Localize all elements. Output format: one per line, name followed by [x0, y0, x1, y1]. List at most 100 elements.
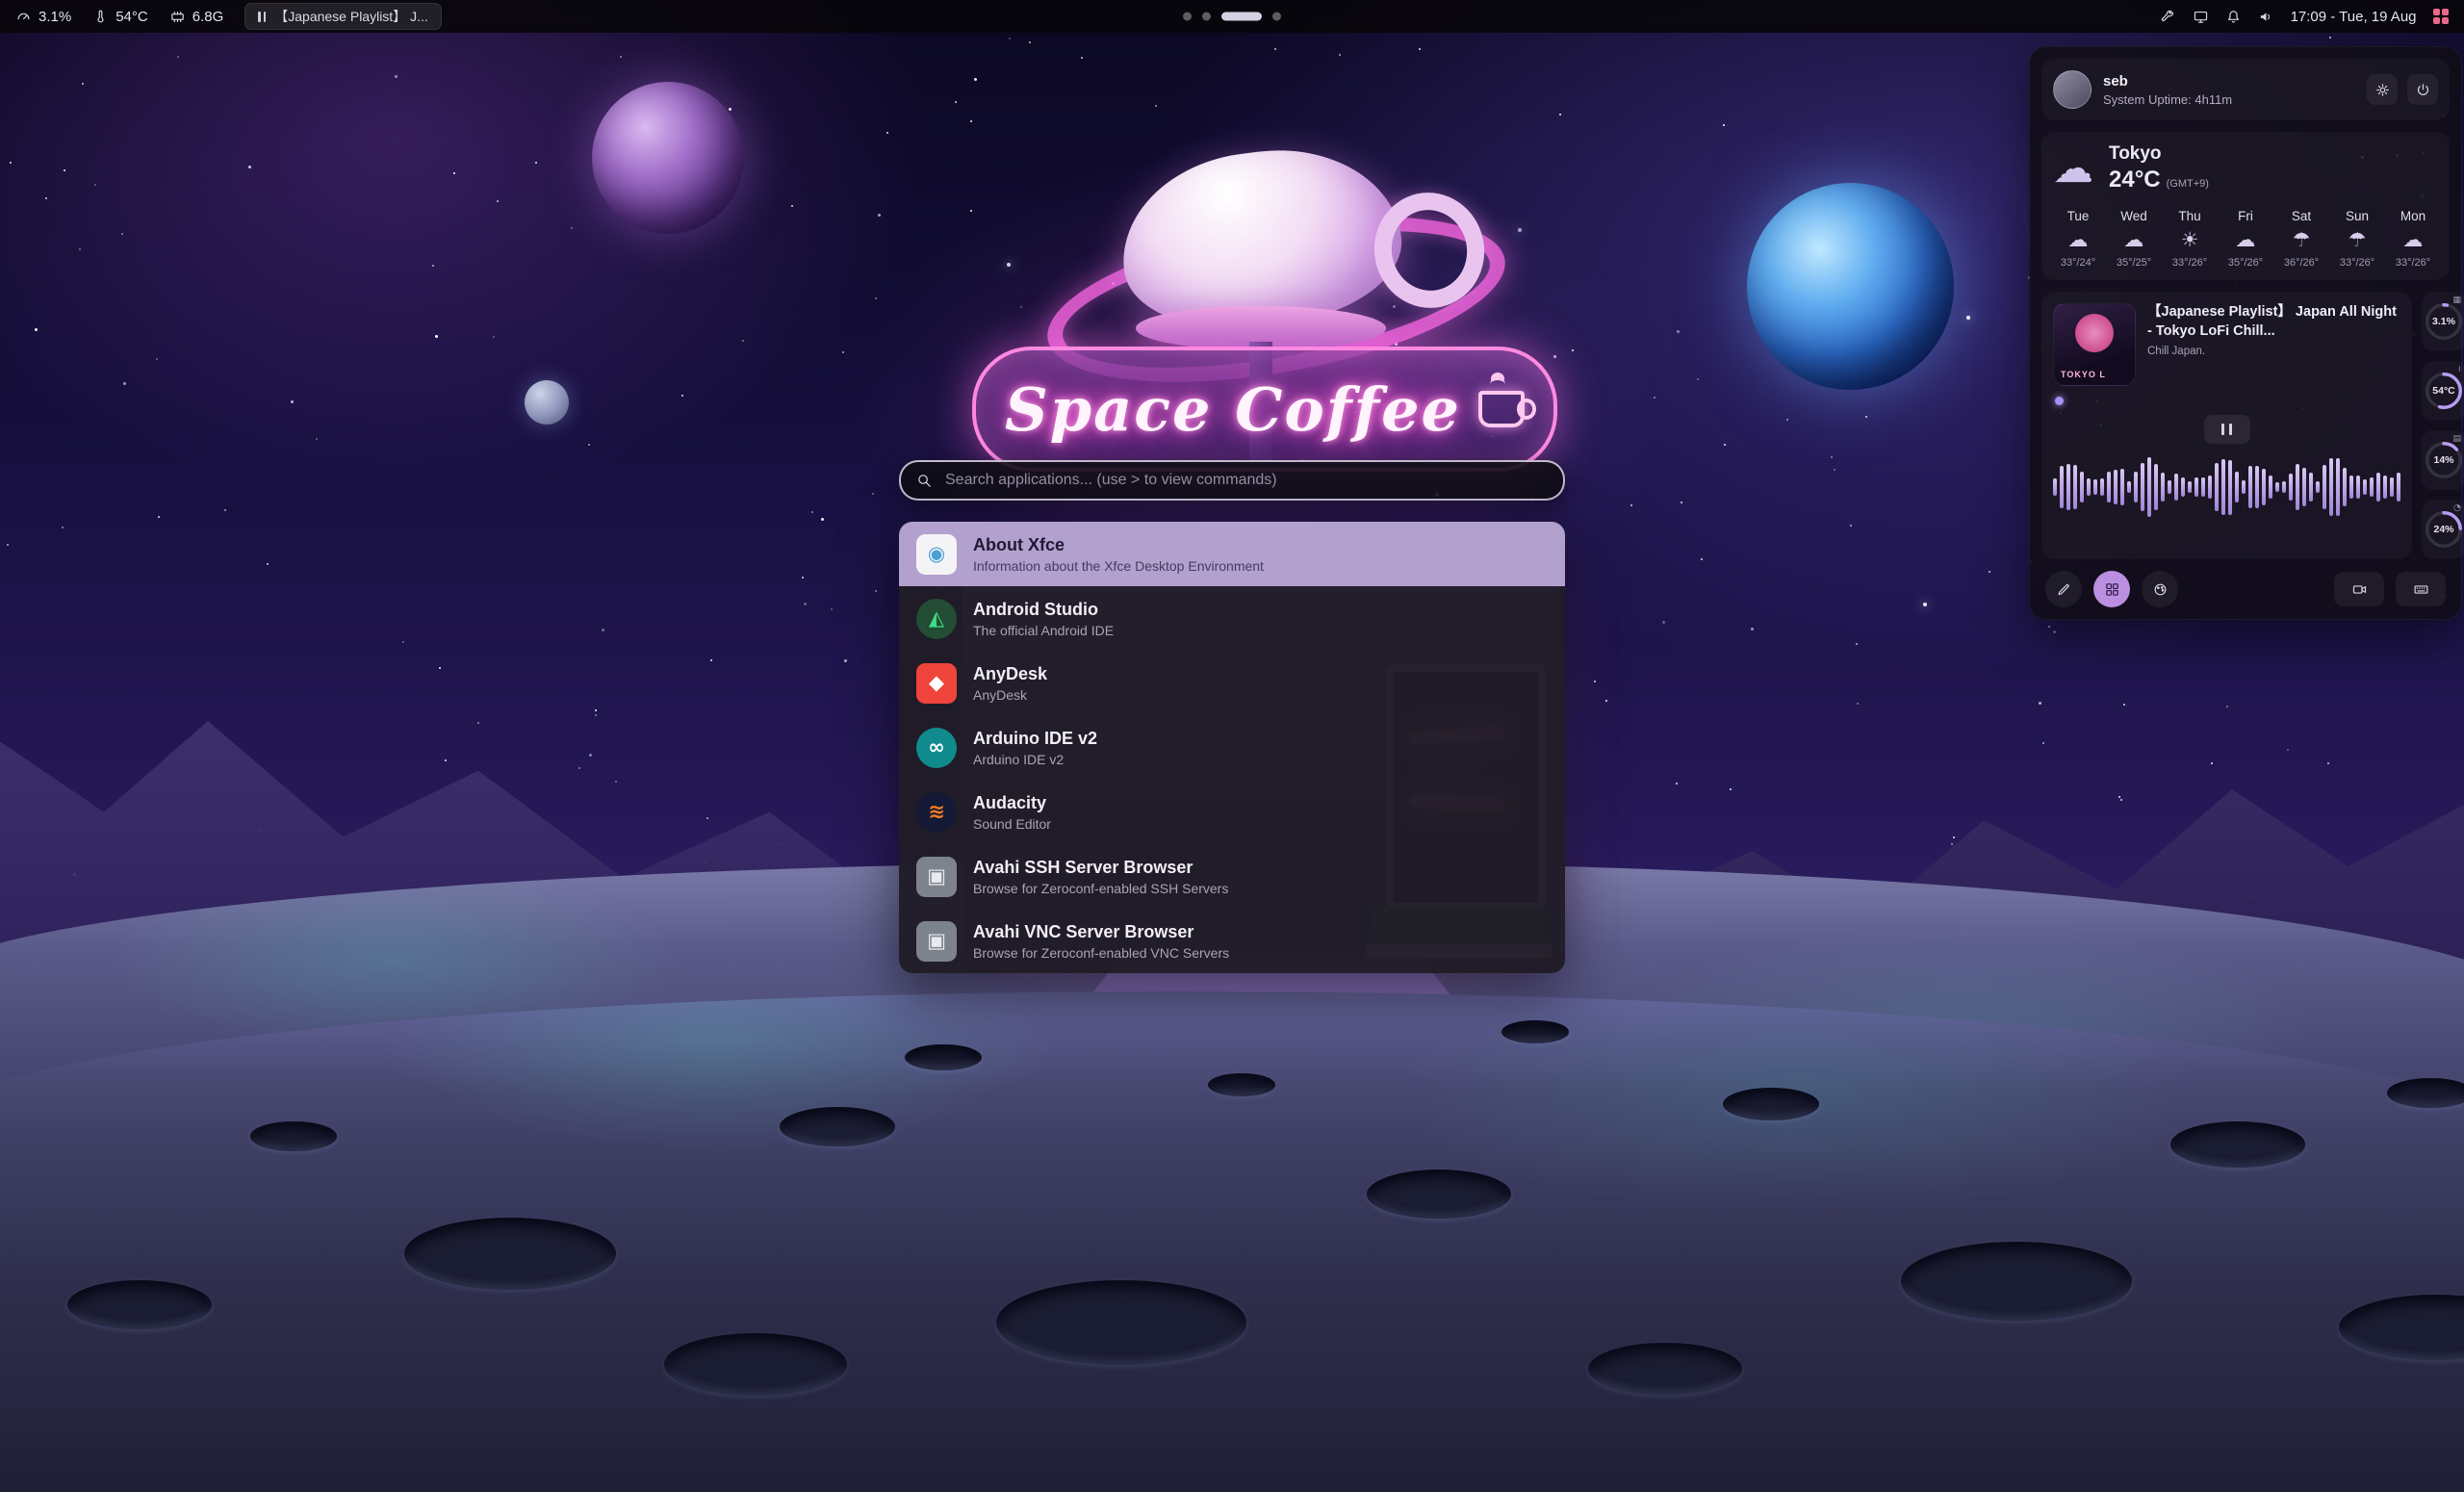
app-name: About Xfce [973, 535, 1264, 555]
memory-icon [169, 9, 186, 25]
forecast-day: Mon ☁ 33°/26° [2388, 209, 2438, 269]
app-icon: ∞ [916, 728, 957, 768]
launcher-result[interactable]: ∞ Arduino IDE v2 Arduino IDE v2 [899, 715, 1565, 780]
forecast-temps: 33°/26° [2396, 257, 2430, 269]
apps-grid-icon[interactable] [2433, 9, 2450, 25]
audio-waveform [2053, 453, 2400, 521]
launcher-result[interactable]: ≋ Audacity Sound Editor [899, 780, 1565, 844]
pause-icon [258, 12, 266, 22]
launcher-result[interactable]: ▣ Avahi VNC Server Browser Browse for Ze… [899, 909, 1565, 973]
pen-button[interactable] [2045, 571, 2082, 607]
progress-dot[interactable] [2055, 397, 2064, 405]
forecast-weather-icon: ☁ [2124, 230, 2144, 250]
earth-planet [1747, 183, 1954, 390]
forecast-weather-icon: ☀ [2181, 230, 2199, 250]
keyboard-icon [2413, 581, 2429, 598]
search-input[interactable] [943, 471, 1548, 490]
forecast-temps: 33°/26° [2340, 257, 2374, 269]
palette-button[interactable] [2142, 571, 2178, 607]
memory-indicator[interactable]: 6.8G [169, 9, 224, 25]
app-name: Audacity [973, 793, 1051, 813]
palette-icon [2152, 581, 2169, 598]
app-icon: ▣ [916, 857, 957, 897]
forecast-day: Tue ☁ 33°/24° [2053, 209, 2103, 269]
forecast-temps: 33°/26° [2172, 257, 2207, 269]
forecast-temps: 35°/25° [2117, 257, 2151, 269]
launcher-result[interactable]: ▣ Avahi SSH Server Browser Browse for Ze… [899, 844, 1565, 909]
workspace-dot-active[interactable] [1221, 13, 1262, 21]
app-icon: ◭ [916, 599, 957, 639]
forecast-day: Thu ☀ 33°/26° [2165, 209, 2215, 269]
forecast-day-label: Tue [2067, 209, 2090, 223]
system-gauge: 54°C ≀ [2422, 361, 2464, 421]
system-gauge: 24% ◔ [2422, 500, 2464, 559]
media-player-card: TOKYO L 【Japanese Playlist】 Japan All Ni… [2041, 292, 2412, 559]
gauge-icon: ▤ [2452, 434, 2461, 444]
forecast-day-label: Mon [2400, 209, 2426, 223]
gauge-icon: ◔ [2453, 503, 2461, 513]
launcher-results: ◉ About Xfce Information about the Xfce … [899, 522, 1565, 973]
app-description: Arduino IDE v2 [973, 752, 1097, 767]
media-title: 【Japanese Playlist】 Japan All Night - To… [2147, 303, 2400, 341]
thermometer-icon [92, 9, 109, 25]
forecast-day: Sun ☂ 33°/26° [2332, 209, 2382, 269]
tools-icon[interactable] [2160, 9, 2176, 25]
forecast-temps: 35°/26° [2228, 257, 2263, 269]
screencast-button[interactable] [2334, 572, 2384, 606]
settings-button[interactable] [2367, 74, 2398, 105]
temperature-indicator[interactable]: 54°C [92, 9, 148, 25]
memory-value: 6.8G [192, 9, 224, 25]
forecast-day: Fri ☁ 35°/26° [2220, 209, 2271, 269]
weather-card: ☁ Tokyo 24°C (GMT+9) Tue ☁ 33°/24° Wed ☁… [2041, 132, 2450, 280]
forecast-day-label: Sat [2292, 209, 2311, 223]
weather-forecast: Tue ☁ 33°/24° Wed ☁ 35°/25° Thu ☀ 33°/26… [2053, 209, 2438, 269]
topbar-media-widget[interactable]: 【Japanese Playlist】 J... [244, 3, 442, 30]
notifications-icon[interactable] [2225, 9, 2242, 25]
application-launcher: ◉ About Xfce Information about the Xfce … [899, 460, 1565, 973]
clock[interactable]: 17:09 - Tue, 19 Aug [2291, 9, 2417, 25]
temperature-value: 54°C [116, 9, 148, 25]
app-name: Android Studio [973, 600, 1114, 620]
weather-timezone: (GMT+9) [2167, 178, 2209, 190]
album-art-label: TOKYO L [2061, 370, 2106, 379]
forecast-weather-icon: ☁ [2068, 230, 2089, 250]
system-uptime: System Uptime: 4h11m [2103, 92, 2232, 107]
launcher-search-bar[interactable] [899, 460, 1565, 501]
apps-grid-icon [2104, 581, 2120, 598]
cpu-value: 3.1% [38, 9, 71, 25]
gauge-icon: ▦ [2452, 296, 2461, 305]
workspace-dot[interactable] [1202, 13, 1211, 21]
media-progress-bar[interactable] [2053, 396, 2400, 405]
apps-button[interactable] [2093, 571, 2130, 607]
workspace-indicator[interactable] [1183, 13, 1281, 21]
volume-icon[interactable] [2258, 9, 2274, 25]
forecast-weather-icon: ☁ [2403, 230, 2424, 250]
pause-button[interactable] [2204, 415, 2250, 444]
app-icon: ◉ [916, 534, 957, 575]
forecast-day: Sat ☂ 36°/26° [2276, 209, 2326, 269]
gauge-value: 3.1% [2432, 316, 2455, 327]
avatar[interactable] [2053, 70, 2092, 109]
launcher-result[interactable]: ◆ AnyDesk AnyDesk [899, 651, 1565, 715]
launcher-result[interactable]: ◉ About Xfce Information about the Xfce … [899, 522, 1565, 586]
neon-sign: Space Coffee [972, 347, 1557, 472]
album-art[interactable]: TOKYO L [2053, 303, 2136, 386]
top-panel: 3.1% 54°C 6.8G 【Japanese Playlist】 J... … [0, 0, 2464, 33]
moon-surface-foreground [0, 991, 2464, 1492]
forecast-day-label: Sun [2346, 209, 2369, 223]
app-name: Avahi VNC Server Browser [973, 922, 1229, 942]
weather-cloud-icon: ☁ [2053, 148, 2093, 189]
workspace-dot[interactable] [1272, 13, 1281, 21]
app-icon: ▣ [916, 921, 957, 962]
system-gauge: 14% ▤ [2422, 430, 2464, 490]
cpu-indicator[interactable]: 3.1% [15, 9, 71, 25]
app-name: Arduino IDE v2 [973, 729, 1097, 749]
neon-sign-text: Space Coffee [1005, 374, 1461, 445]
keyboard-button[interactable] [2396, 572, 2446, 606]
forecast-day-label: Thu [2178, 209, 2200, 223]
display-icon[interactable] [2193, 9, 2209, 25]
launcher-result[interactable]: ◭ Android Studio The official Android ID… [899, 586, 1565, 651]
workspace-dot[interactable] [1183, 13, 1192, 21]
power-button[interactable] [2407, 74, 2438, 105]
app-description: Information about the Xfce Desktop Envir… [973, 558, 1264, 574]
